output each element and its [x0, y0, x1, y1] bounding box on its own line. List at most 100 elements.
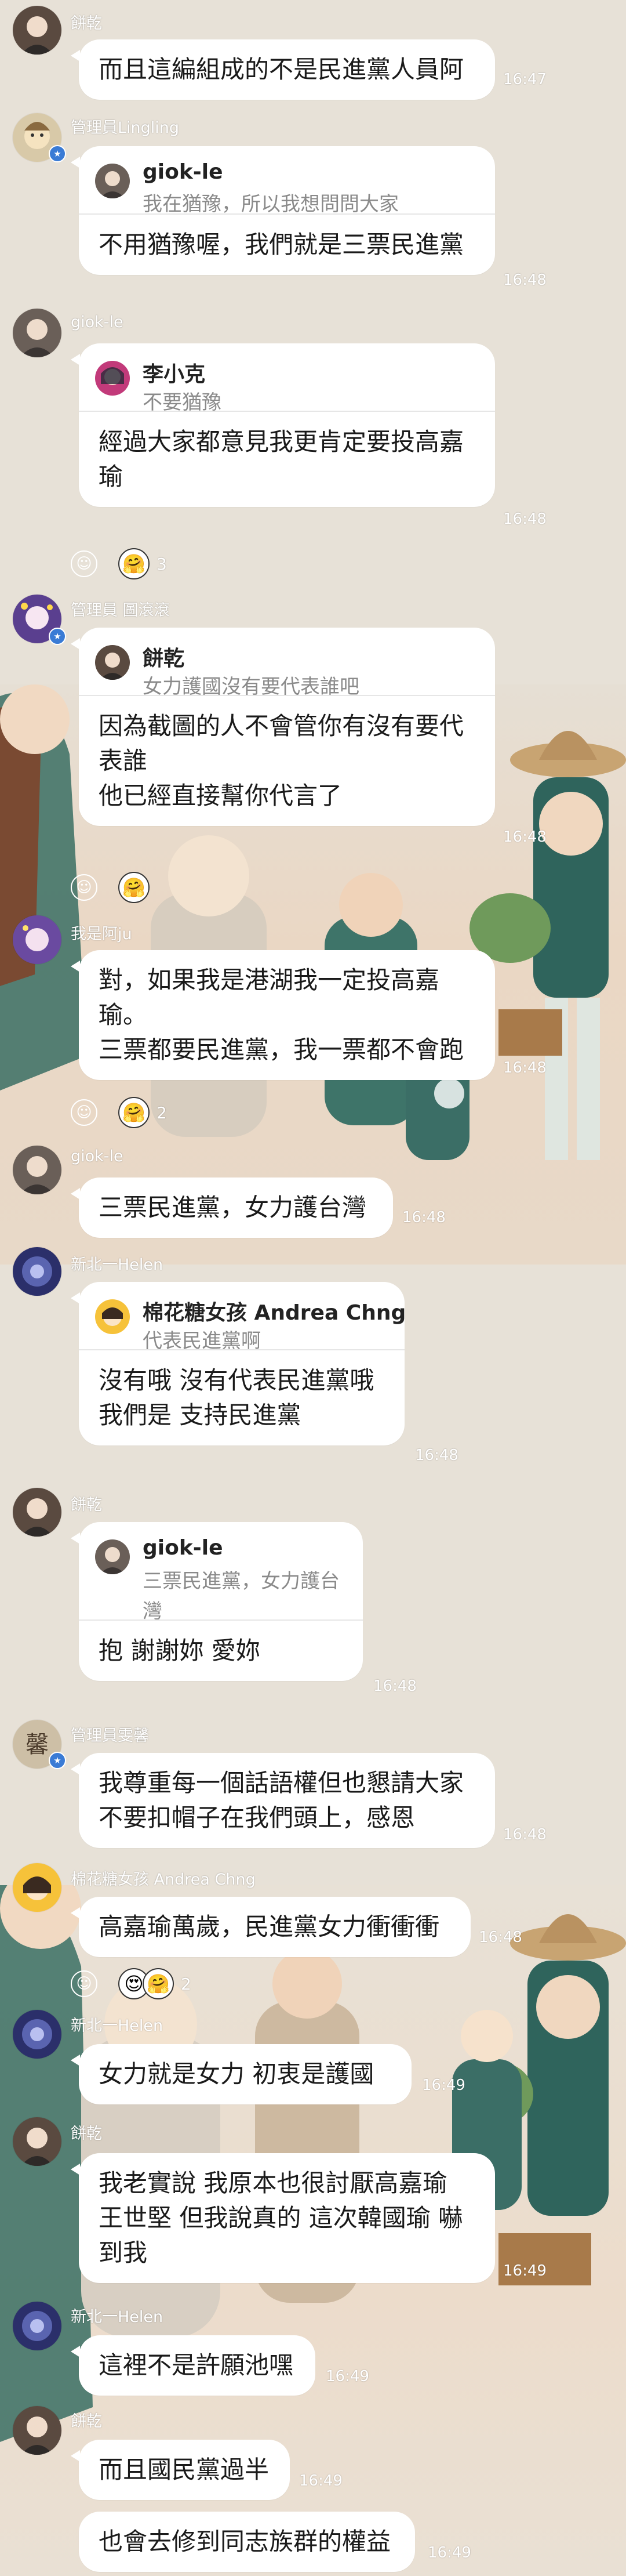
reply-text: 代表民進黨啊 [143, 1329, 261, 1353]
sender-avatar[interactable] [13, 6, 61, 55]
message-bubble[interactable]: 我尊重每一個話語權但也懇請大家 不要扣帽子在我們頭上，感恩 [71, 1753, 495, 1848]
svg-text:馨: 馨 [26, 1731, 49, 1758]
sender-name: 管理員雯馨 [71, 1727, 149, 1745]
message-text: 沒有哦 沒有代表民進黨哦 我們是 支持民進黨 [99, 1366, 374, 1429]
sender-avatar[interactable] [13, 1247, 61, 1296]
reply-text: 三票民進黨，女力護台 灣 [143, 1570, 340, 1623]
reply-avatar [95, 645, 130, 680]
reply-author: giok-le [143, 160, 223, 184]
reply-author: 李小克 [143, 363, 206, 386]
message-text: 也會去修到同志族群的權益 [99, 2527, 391, 2556]
message-text: 因為截圖的人不會管你有沒有要代 表誰 他已經直接幫你代言了 [99, 712, 464, 810]
message-bubble[interactable]: 這裡不是許願池嘿 [71, 2335, 315, 2396]
reply-avatar [95, 164, 130, 198]
message-bubble[interactable]: 三票民進黨，女力護台灣 [71, 1178, 393, 1238]
hug-face-icon[interactable]: 🤗 [118, 872, 150, 903]
message-text: 而且國民黨過半 [99, 2455, 270, 2484]
admin-badge-icon: ★ [49, 1752, 66, 1769]
sender-name: 我是阿ju [71, 925, 132, 943]
hug-face-icon[interactable]: 🤗 [118, 1097, 150, 1128]
sender-avatar[interactable] [13, 2302, 61, 2350]
reply-text: 我在猶豫，所以我想問問大家 [143, 193, 399, 216]
sender-name: 新北一Helen [71, 2308, 163, 2326]
sender-avatar[interactable] [13, 915, 61, 964]
reply-avatar [95, 1299, 130, 1334]
message-text: 我尊重每一個話語權但也懇請大家 不要扣帽子在我們頭上，感恩 [99, 1769, 464, 1832]
message-bubble[interactable]: 對，如果我是港湖我一定投高嘉 瑜。 三票都要民進黨，我一票都不會跑 [71, 950, 495, 1080]
sender-avatar[interactable] [13, 2117, 61, 2166]
message-text: 而且這編組成的不是民進黨人員阿 [99, 55, 464, 84]
message-text: 我老實說 我原本也很討厭高嘉瑜 王世堅 但我說真的 這次韓國瑜 嚇 到我 [99, 2169, 463, 2267]
reply-avatar [95, 361, 130, 396]
sender-name: 新北一Helen [71, 2017, 163, 2035]
message-text: 對，如果我是港湖我一定投高嘉 瑜。 三票都要民進黨，我一票都不會跑 [99, 966, 464, 1064]
message-bubble[interactable]: 而且國民黨過半 [71, 2440, 290, 2500]
message-bubble[interactable]: 而且這編組成的不是民進黨人員阿 [71, 39, 495, 100]
message-time: 16:49 [326, 2368, 369, 2385]
sender-avatar[interactable] [13, 1863, 61, 1912]
admin-badge-icon: ★ [49, 145, 66, 162]
message-text: 高嘉瑜萬歲，民進黨女力衝衝衝 [99, 1912, 440, 1941]
sender-avatar[interactable] [13, 1146, 61, 1194]
reply-preview[interactable]: giok-le 三票民進黨，女力護台 灣 [79, 1522, 363, 1623]
message-time: 16:48 [503, 510, 547, 528]
message-text: 女力就是女力 初衷是護國 [99, 2060, 374, 2088]
sender-avatar[interactable] [13, 2010, 61, 2059]
message-time: 16:48 [503, 828, 547, 846]
sender-avatar[interactable] [13, 2406, 61, 2455]
message-bubble[interactable]: giok-le 三票民進黨，女力護台 灣 抱 謝謝妳 愛妳 [71, 1522, 363, 1681]
message-time: 16:49 [503, 2262, 547, 2280]
message-time: 16:48 [415, 1447, 458, 1464]
message-time: 16:48 [503, 1059, 547, 1077]
reaction-count: 2 [156, 1103, 167, 1122]
message-time: 16:48 [503, 1826, 547, 1843]
sender-name: giok-le [71, 313, 123, 331]
message-bubble[interactable]: 我老實說 我原本也很討厭高嘉瑜 王世堅 但我說真的 這次韓國瑜 嚇 到我 [71, 2153, 495, 2283]
reaction-bar: ☺ 🤗 3 [71, 546, 167, 581]
reply-avatar [95, 1539, 130, 1574]
reply-author: 餅乾 [143, 647, 185, 671]
sender-name: 棉花糖女孩 Andrea Chng [71, 1871, 256, 1889]
message-bubble[interactable]: 棉花糖女孩 Andrea Chng 代表民進黨啊 沒有哦 沒有代表民進黨哦 我們… [71, 1282, 406, 1445]
reaction-bar: ☺ 🤗 [71, 870, 150, 905]
message-time: 16:49 [428, 2544, 471, 2561]
message-bubble[interactable]: giok-le 我在猶豫，所以我想問問大家 不用猶豫喔，我們就是三票民進黨 [71, 146, 495, 275]
message-time: 16:49 [422, 2077, 465, 2094]
message-text: 經過大家都意見我更肯定要投高嘉 瑜 [99, 427, 464, 491]
message-time: 16:49 [299, 2472, 343, 2490]
sender-name: 餅乾 [71, 15, 102, 32]
hug-face-icon[interactable]: 🤗 [118, 548, 150, 579]
reply-preview[interactable]: 李小克 不要猶豫 [79, 343, 495, 414]
reply-preview[interactable]: 棉花糖女孩 Andrea Chng 代表民進黨啊 [79, 1282, 406, 1353]
reply-preview[interactable]: 餅乾 女力護國沒有要代表誰吧 [79, 628, 495, 698]
sender-name: 餅乾 [71, 2412, 102, 2430]
smiley-outline-icon[interactable]: ☺ [71, 1099, 97, 1126]
message-text: 三票民進黨，女力護台灣 [99, 1193, 367, 1222]
message-time: 16:48 [402, 1209, 446, 1226]
sender-name: 管理員 圖滾滾 [71, 602, 170, 619]
reaction-count: 2 [181, 1974, 191, 1994]
message-text: 這裡不是許願池嘿 [99, 2351, 294, 2379]
sender-name: 管理員Lingling [71, 119, 180, 137]
sender-avatar[interactable] [13, 1488, 61, 1537]
message-bubble[interactable]: 李小克 不要猶豫 經過大家都意見我更肯定要投高嘉 瑜 [71, 343, 495, 507]
reply-preview[interactable]: giok-le 我在猶豫，所以我想問問大家 [79, 146, 495, 216]
message-bubble[interactable]: 女力就是女力 初衷是護國 [71, 2044, 412, 2104]
sender-name: 餅乾 [71, 1496, 102, 1514]
message-time: 16:48 [373, 1678, 417, 1695]
admin-badge-icon: ★ [49, 628, 66, 645]
message-time: 16:48 [503, 271, 547, 289]
smiley-outline-icon[interactable]: ☺ [71, 1970, 97, 1997]
reply-author: 棉花糖女孩 Andrea Chng [143, 1301, 406, 1325]
smiley-outline-icon[interactable]: ☺ [71, 550, 97, 577]
sender-avatar[interactable] [13, 309, 61, 357]
smiley-outline-icon[interactable]: ☺ [71, 874, 97, 901]
message-text: 抱 謝謝妳 愛妳 [99, 1636, 260, 1665]
message-bubble[interactable]: 餅乾 女力護國沒有要代表誰吧 因為截圖的人不會管你有沒有要代 表誰 他已經直接幫… [71, 628, 495, 826]
message-bubble[interactable]: 高嘉瑜萬歲，民進黨女力衝衝衝 [71, 1897, 471, 1957]
reply-text: 不要猶豫 [143, 391, 221, 414]
reply-text: 女力護國沒有要代表誰吧 [143, 675, 359, 698]
message-bubble[interactable]: 也會去修到同志族群的權益 [79, 2512, 415, 2572]
hug-face-icon[interactable]: 🤗 [143, 1968, 174, 1999]
reaction-bar: ☺ 😍 🤗 2 [71, 1966, 191, 2001]
